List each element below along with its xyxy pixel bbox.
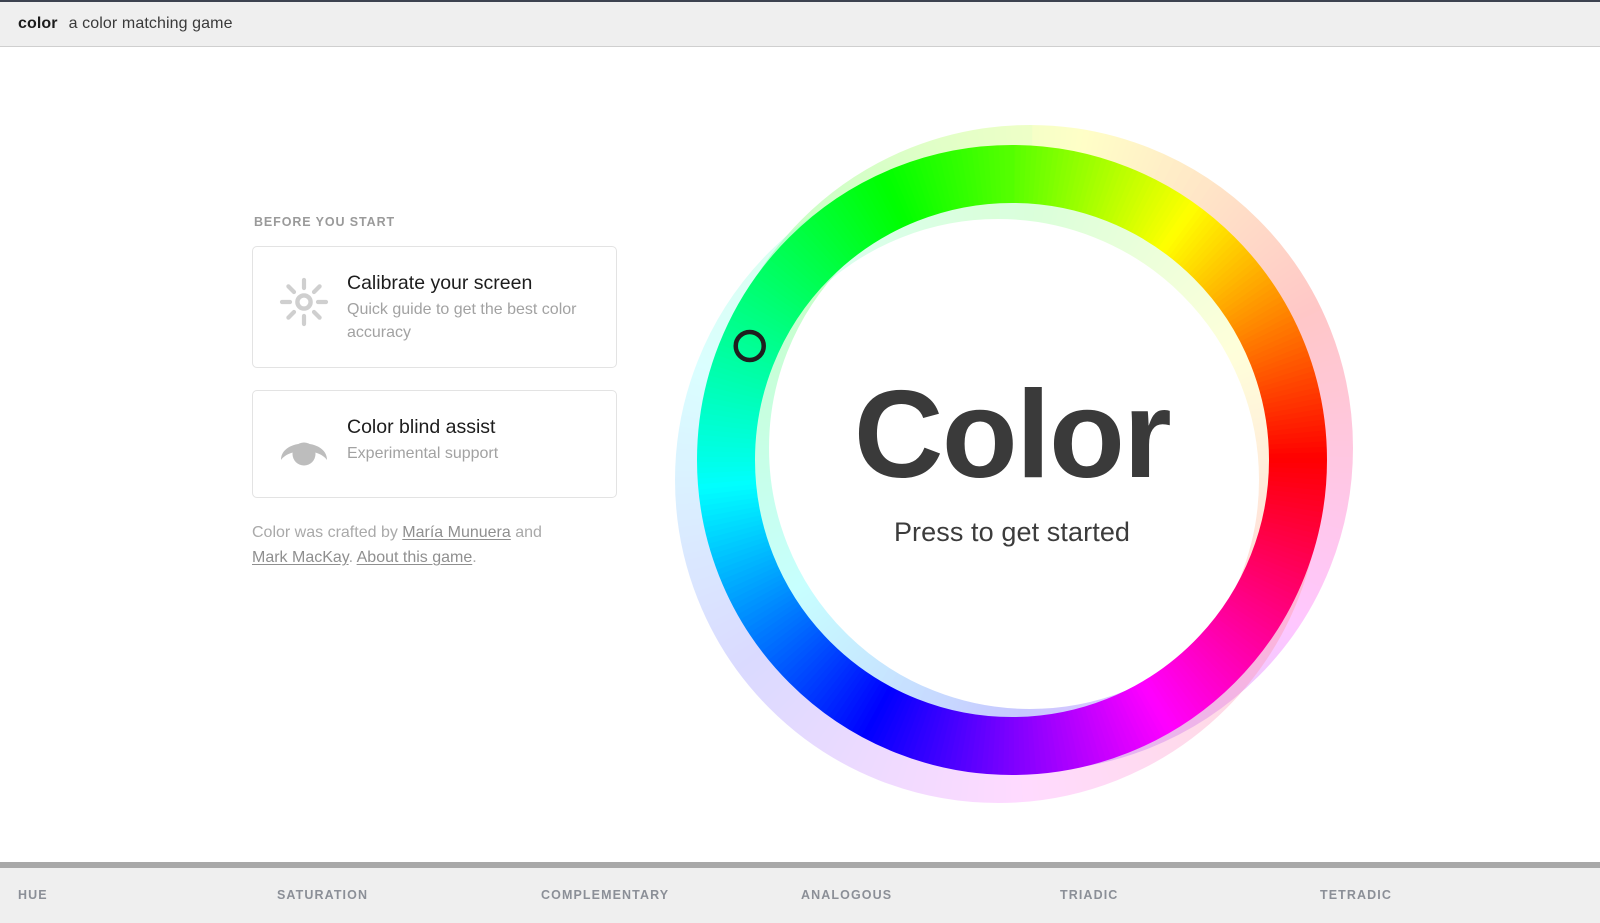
footer-tab-hue[interactable]: HUE: [18, 888, 48, 902]
credits-text: Color was crafted by María Munuera and M…: [252, 520, 547, 571]
app-root: color a color matching game BEFORE YOU S…: [0, 0, 1600, 923]
about-this-game-link[interactable]: About this game: [357, 549, 473, 566]
footer-tab-tetradic[interactable]: TETRADIC: [1320, 888, 1392, 902]
before-you-start-panel: BEFORE YOU START Calibrate your screen Q…: [252, 215, 622, 570]
footer-items-container: HUE SATURATION COMPLEMENTARY ANALOGOUS TRIAD…: [0, 868, 1600, 923]
color-wheel[interactable]: Color Press to get started: [662, 110, 1362, 810]
calibrate-screen-card[interactable]: Calibrate your screen Quick guide to get…: [252, 246, 617, 368]
app-tagline: a color matching game: [68, 15, 233, 32]
main-stage: BEFORE YOU START Calibrate your screen Q…: [0, 48, 1600, 867]
hue-ring[interactable]: [672, 120, 1352, 800]
footer-nav: HUE SATURATION COMPLEMENTARY ANALOGOUS TRIAD…: [0, 868, 1600, 923]
panel-kicker: BEFORE YOU START: [254, 215, 396, 229]
author-mark-mackay-link[interactable]: Mark MacKay: [252, 549, 349, 566]
footer-tab-triadic[interactable]: TRIADIC: [1060, 888, 1118, 902]
calibrate-card-body: Calibrate your screen Quick guide to get…: [347, 269, 596, 345]
calibrate-card-title: Calibrate your screen: [347, 272, 533, 294]
credits-prefix: Color was crafted by: [252, 523, 403, 541]
eye-icon: [275, 417, 333, 475]
footer-tab-analogous[interactable]: ANALOGOUS: [801, 888, 892, 902]
color-wheel-svg[interactable]: [662, 110, 1362, 810]
app-header: color a color matching game: [0, 0, 1600, 47]
footer-tab-saturation[interactable]: SATURATION: [277, 888, 368, 902]
sun-icon: [275, 273, 333, 331]
author-maria-munuera-link[interactable]: María Munuera: [402, 524, 511, 541]
calibrate-card-subtitle: Quick guide to get the best color accura…: [347, 301, 577, 342]
credits-suffix: .: [472, 549, 477, 567]
colorblind-card-title: Color blind assist: [347, 415, 496, 438]
credits-separator: .: [348, 549, 357, 567]
colorblind-card-subtitle: Experimental support: [347, 445, 499, 463]
colorblind-card-body: Color blind assist Experimental support: [347, 413, 596, 466]
color-blind-assist-card[interactable]: Color blind assist Experimental support: [252, 389, 617, 498]
footer-tab-complementary[interactable]: COMPLEMENTARY: [541, 888, 669, 902]
app-brand: color: [18, 15, 58, 32]
credits-joiner: and: [510, 523, 542, 541]
